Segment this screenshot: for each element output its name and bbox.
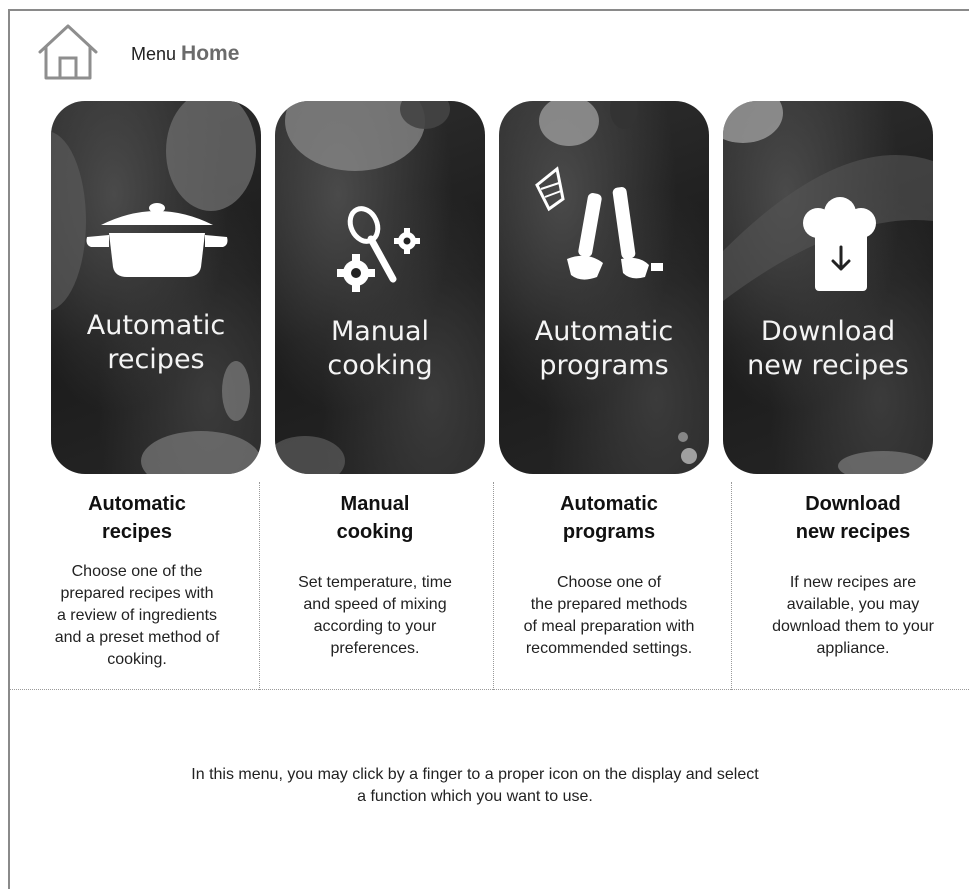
column-divider	[493, 482, 494, 690]
pot-icon	[86, 203, 228, 277]
tile-label: Download new recipes	[747, 316, 909, 381]
column-description: Choose one of the prepared recipes with …	[54, 563, 220, 668]
column-divider	[731, 482, 732, 690]
column-title: Manual cooking	[336, 493, 414, 543]
section-divider	[10, 689, 969, 690]
column-title: Download new recipes	[795, 493, 911, 543]
column-divider	[259, 482, 260, 690]
page-title: Menu Home	[131, 42, 239, 66]
spoon-gears-icon	[337, 206, 420, 292]
tile-label: Manual cooking	[327, 316, 433, 381]
chef-hat-download-icon	[803, 197, 876, 291]
column-description: If new recipes are available, you may do…	[772, 574, 934, 657]
tile-automatic-programs[interactable]: Automatic programs	[499, 101, 709, 474]
tile-label: Automatic recipes	[86, 310, 226, 375]
column-title: Automatic programs	[560, 493, 658, 543]
tile-download-new-recipes[interactable]: Download new recipes	[723, 101, 933, 474]
column-description: Choose one of the prepared methods of me…	[523, 574, 695, 657]
tile-label: Automatic programs	[534, 316, 674, 381]
menu-label: Menu	[131, 44, 177, 64]
column-description: Set temperature, time and speed of mixin…	[298, 574, 452, 657]
home-title: Home	[181, 42, 240, 65]
column-title: Automatic recipes	[88, 493, 186, 543]
tile-automatic-recipes[interactable]: Automatic recipes	[51, 101, 261, 474]
home-icon[interactable]	[36, 22, 100, 82]
instruction-note: In this menu, you may click by a finger …	[191, 766, 759, 805]
tile-manual-cooking[interactable]: Manual cooking	[275, 101, 485, 474]
blender-attachments-icon	[535, 166, 663, 280]
